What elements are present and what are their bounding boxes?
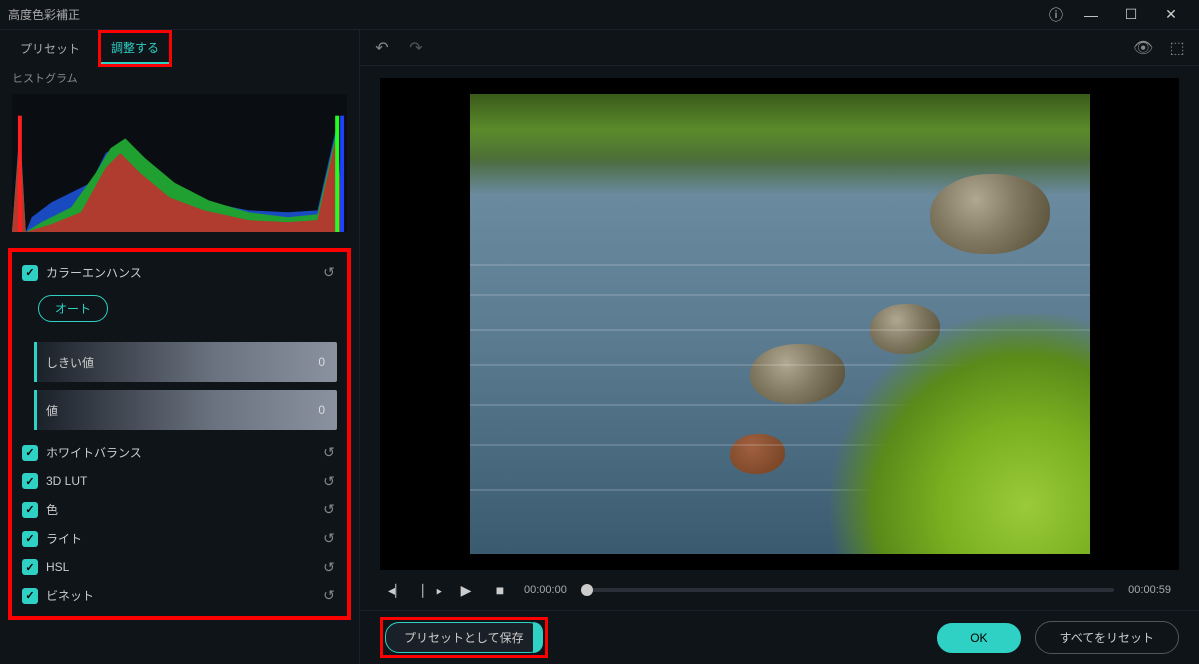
help-icon[interactable]: ⓘ <box>1041 5 1071 25</box>
checkbox-vignette[interactable]: ✓ <box>22 588 38 604</box>
stop-icon[interactable]: ■ <box>490 582 510 598</box>
section-color-enhance[interactable]: ✓ カラーエンハンス ↺ <box>18 258 341 287</box>
next-frame-icon[interactable]: ⎸▸ <box>422 582 442 599</box>
reset-icon[interactable]: ↺ <box>321 445 337 461</box>
reset-icon[interactable]: ↺ <box>321 502 337 518</box>
highlight-save-preset: プリセットとして保存 <box>380 617 548 658</box>
minimize-button[interactable]: — <box>1071 0 1111 30</box>
compare-icon[interactable]: ⬚ <box>1167 38 1187 58</box>
ok-button[interactable]: OK <box>937 623 1020 653</box>
checkbox-hsl[interactable]: ✓ <box>22 559 38 575</box>
undo-icon[interactable]: ↶ <box>372 38 392 58</box>
section-white-balance[interactable]: ✓ ホワイトバランス ↺ <box>18 438 341 467</box>
section-color[interactable]: ✓ 色 ↺ <box>18 495 341 524</box>
tab-adjust[interactable]: 調整する <box>101 33 169 64</box>
footer: プリセットとして保存 OK すべてをリセット <box>360 610 1199 664</box>
time-duration: 00:00:59 <box>1128 584 1171 596</box>
reset-icon[interactable]: ↺ <box>321 265 337 281</box>
reset-icon[interactable]: ↺ <box>321 559 337 575</box>
section-light[interactable]: ✓ ライト ↺ <box>18 524 341 553</box>
checkbox-3d-lut[interactable]: ✓ <box>22 473 38 489</box>
reset-icon[interactable]: ↺ <box>321 473 337 489</box>
highlight-adjust-panel: ✓ カラーエンハンス ↺ オート しきい値 0 値 0 ✓ ホワイトバランス ↺ <box>8 248 351 620</box>
slider-threshold[interactable]: しきい値 0 <box>34 342 337 382</box>
side-tabs: プリセット 調整する <box>0 30 359 66</box>
titlebar: 高度色彩補正 ⓘ — ☐ ✕ <box>0 0 1199 30</box>
reset-all-button[interactable]: すべてをリセット <box>1035 621 1179 654</box>
reset-icon[interactable]: ↺ <box>321 531 337 547</box>
slider-value[interactable]: 値 0 <box>34 390 337 430</box>
transport-bar: ◂⎸ ⎸▸ ▶ ■ 00:00:00 00:00:59 <box>380 570 1179 610</box>
checkbox-color-enhance[interactable]: ✓ <box>22 265 38 281</box>
checkbox-color[interactable]: ✓ <box>22 502 38 518</box>
reset-icon[interactable]: ↺ <box>321 588 337 604</box>
window-title: 高度色彩補正 <box>8 6 80 23</box>
close-button[interactable]: ✕ <box>1151 0 1191 30</box>
auto-button[interactable]: オート <box>38 295 108 322</box>
eye-icon[interactable]: 👁 <box>1133 38 1153 58</box>
histogram <box>0 90 359 240</box>
scrubber[interactable] <box>581 588 1114 592</box>
tab-preset[interactable]: プリセット <box>10 34 90 63</box>
section-vignette[interactable]: ✓ ビネット ↺ <box>18 581 341 610</box>
histogram-label: ヒストグラム <box>0 66 359 90</box>
highlight-adjust-tab: 調整する <box>98 30 172 67</box>
prev-frame-icon[interactable]: ◂⎸ <box>388 582 408 599</box>
checkbox-light[interactable]: ✓ <box>22 531 38 547</box>
checkbox-white-balance[interactable]: ✓ <box>22 445 38 461</box>
section-hsl[interactable]: ✓ HSL ↺ <box>18 553 341 581</box>
section-3d-lut[interactable]: ✓ 3D LUT ↺ <box>18 467 341 495</box>
maximize-button[interactable]: ☐ <box>1111 0 1151 30</box>
redo-icon[interactable]: ↷ <box>406 38 426 58</box>
video-preview <box>380 78 1179 570</box>
scrubber-handle[interactable] <box>581 584 593 596</box>
time-current: 00:00:00 <box>524 584 567 596</box>
preview-toolbar: ↶ ↷ 👁 ⬚ <box>360 30 1199 66</box>
play-icon[interactable]: ▶ <box>456 582 476 599</box>
save-preset-button[interactable]: プリセットとして保存 <box>385 622 543 653</box>
